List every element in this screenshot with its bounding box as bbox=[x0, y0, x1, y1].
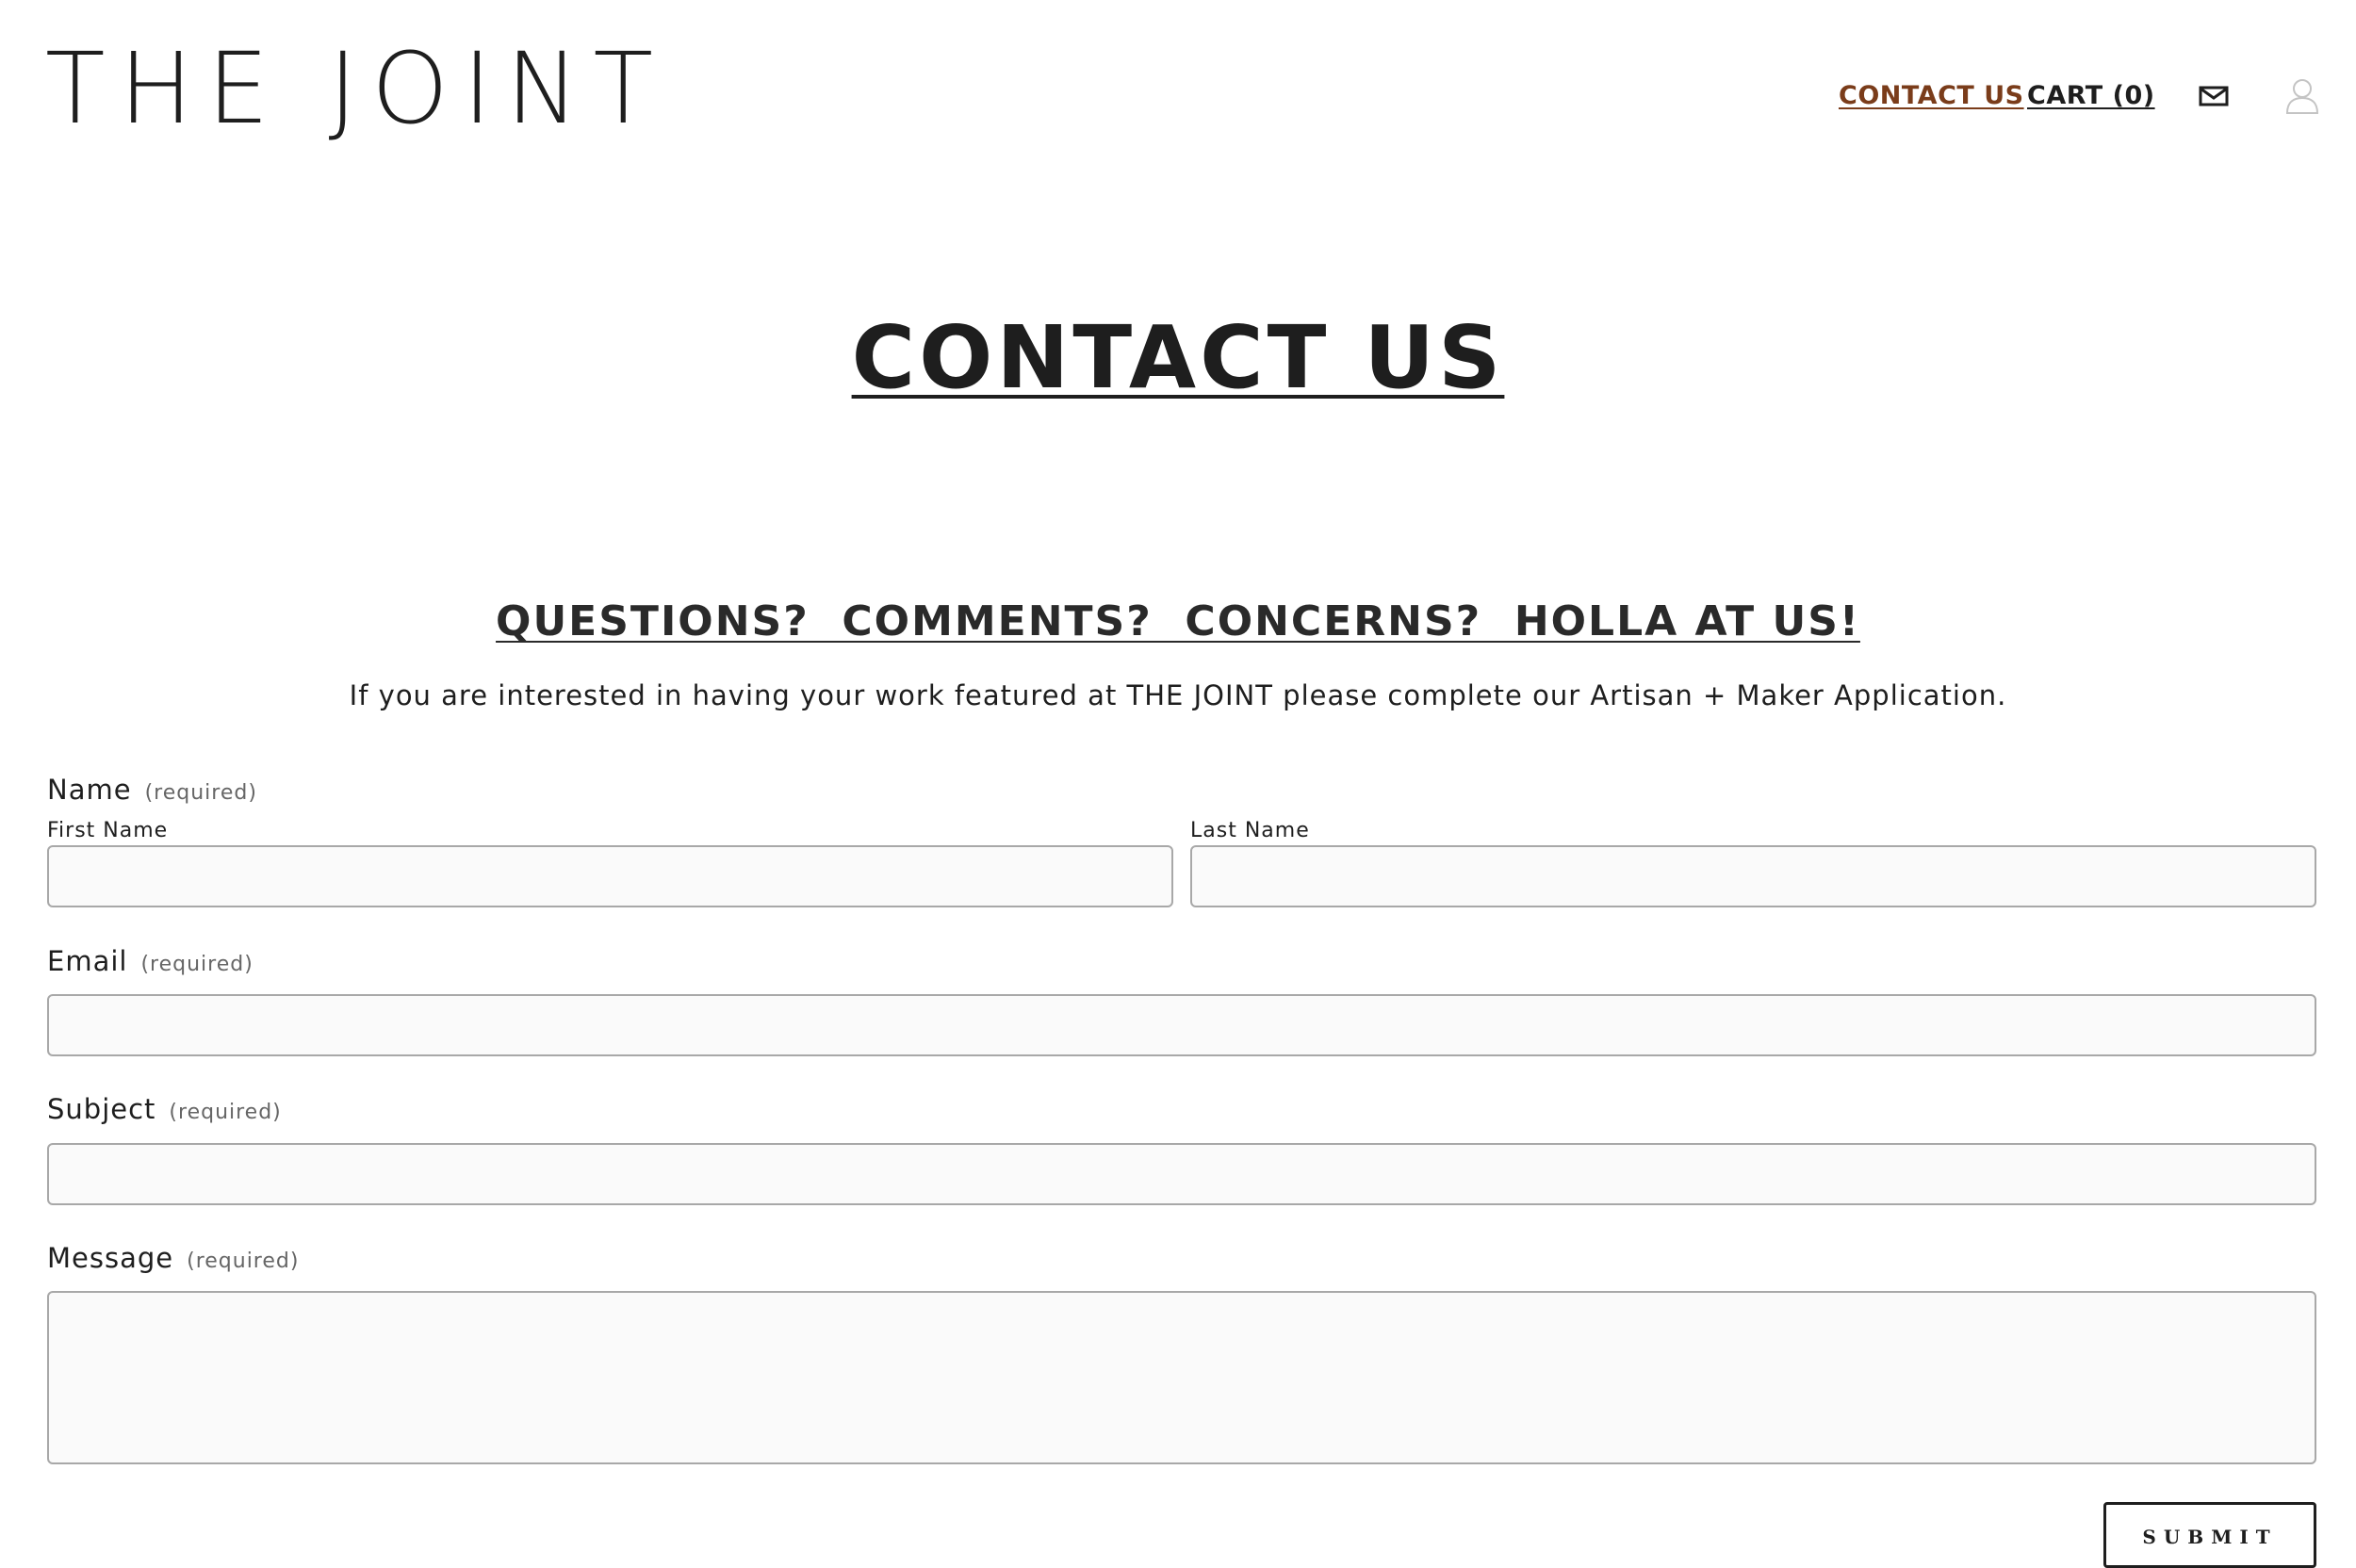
subject-label: Subject (required) bbox=[47, 1091, 282, 1131]
email-input[interactable] bbox=[47, 994, 2316, 1056]
first-name-label: First Name bbox=[47, 819, 169, 842]
intro-text: If you are interested in having your wor… bbox=[349, 679, 2007, 711]
top-navigation: CONTACT US CART (0) bbox=[0, 79, 2356, 117]
submit-button[interactable]: SUBMIT bbox=[2103, 1502, 2316, 1568]
last-name-input[interactable] bbox=[1190, 845, 2316, 907]
name-label: Name (required) bbox=[47, 772, 257, 811]
message-label-text: Message bbox=[47, 1242, 174, 1274]
first-name-input[interactable] bbox=[47, 845, 1173, 907]
mail-icon[interactable] bbox=[2199, 85, 2229, 107]
email-label: Email (required) bbox=[47, 943, 254, 983]
user-icon[interactable] bbox=[2285, 77, 2319, 115]
nav-contact-us-link[interactable]: CONTACT US bbox=[1839, 79, 2024, 113]
subject-label-text: Subject bbox=[47, 1093, 156, 1125]
page-title: CONTACT US bbox=[851, 307, 1505, 408]
subject-required-note: (required) bbox=[169, 1101, 282, 1124]
email-required-note: (required) bbox=[140, 953, 254, 976]
page-subtitle: QUESTIONS? COMMENTS? CONCERNS? HOLLA AT … bbox=[496, 597, 1860, 645]
name-required-note: (required) bbox=[144, 781, 257, 805]
name-label-text: Name bbox=[47, 774, 132, 806]
message-required-note: (required) bbox=[187, 1250, 300, 1273]
subject-input[interactable] bbox=[47, 1143, 2316, 1205]
email-label-text: Email bbox=[47, 945, 128, 977]
last-name-label: Last Name bbox=[1190, 819, 1310, 842]
message-label: Message (required) bbox=[47, 1240, 299, 1280]
nav-cart-link[interactable]: CART (0) bbox=[2027, 79, 2155, 113]
message-textarea[interactable] bbox=[47, 1291, 2316, 1464]
